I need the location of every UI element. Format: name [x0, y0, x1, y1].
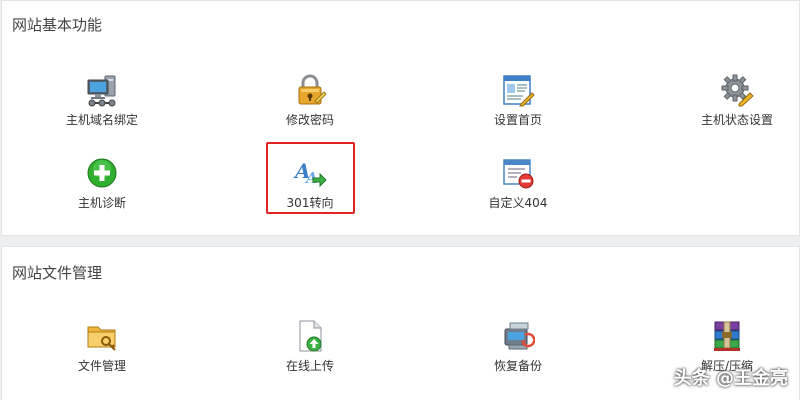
watermark-text: 头条 @王金亮: [673, 368, 788, 389]
padlock-icon: [298, 74, 327, 105]
host-diagnosis-item[interactable]: 主机诊断: [42, 154, 162, 224]
document-upload-icon: [299, 320, 322, 352]
online-upload-item[interactable]: 在线上传: [250, 317, 370, 387]
window-error-icon: [503, 159, 534, 189]
host-status-settings-label: 主机状态设置: [700, 113, 773, 127]
file-management-title: 网站文件管理: [12, 264, 103, 282]
file-manager-item[interactable]: 文件管理: [42, 317, 162, 387]
host-domain-binding-item[interactable]: 主机域名绑定: [42, 71, 162, 141]
folder-key-icon: [87, 326, 116, 351]
set-homepage-label: 设置首页: [493, 113, 542, 127]
host-domain-binding-label: 主机域名绑定: [65, 113, 138, 127]
green-plus-icon: [87, 158, 117, 188]
change-password-item[interactable]: 修改密码: [250, 71, 370, 141]
basic-functions-panel: 网站基本功能 主机域名绑定 修改密码 设置首页 主机状态设置 主机诊断 A A …: [1, 0, 800, 236]
basic-functions-title: 网站基本功能: [12, 16, 103, 34]
file-manager-label: 文件管理: [77, 359, 126, 373]
redirect-301-item[interactable]: A A 301转向: [250, 154, 370, 224]
custom-404-label: 自定义404: [488, 196, 548, 210]
gear-pencil-icon: [721, 74, 754, 107]
change-password-label: 修改密码: [285, 113, 334, 127]
webpage-edit-icon: [503, 75, 535, 107]
custom-404-item[interactable]: 自定义404: [458, 154, 578, 224]
host-status-settings-item[interactable]: 主机状态设置: [677, 71, 797, 141]
redirect-301-label: 301转向: [286, 196, 334, 210]
set-homepage-item[interactable]: 设置首页: [458, 71, 578, 141]
restore-backup-item[interactable]: 恢复备份: [458, 317, 578, 387]
host-diagnosis-label: 主机诊断: [77, 196, 126, 210]
computer-network-icon: [87, 75, 116, 107]
font-redirect-icon: A A: [293, 159, 327, 188]
archive-books-icon: [714, 321, 740, 351]
restore-backup-label: 恢复备份: [493, 359, 542, 373]
online-upload-label: 在线上传: [285, 359, 334, 373]
backup-restore-icon: [504, 322, 535, 350]
